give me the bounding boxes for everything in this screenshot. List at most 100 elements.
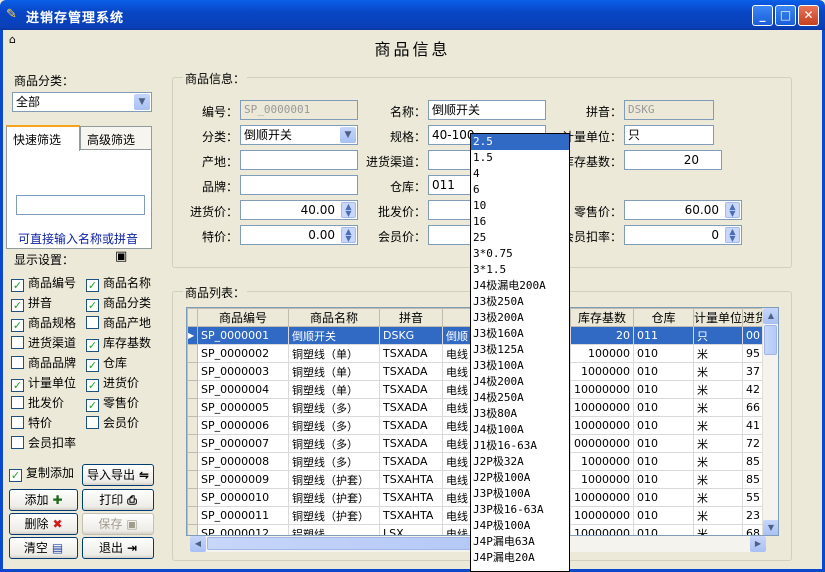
scroll-right-icon[interactable]: ▶: [750, 536, 766, 552]
dropdown-option[interactable]: J3极200A: [471, 310, 569, 326]
scroll-left-icon[interactable]: ◀: [190, 536, 206, 552]
quick-search-input[interactable]: [16, 195, 145, 215]
display-setting-checkbox[interactable]: 商品品牌: [11, 356, 76, 372]
table-cell[interactable]: 10000000: [570, 416, 634, 435]
dropdown-option[interactable]: 10: [471, 198, 569, 214]
table-cell[interactable]: 00000000: [570, 434, 634, 453]
table-cell[interactable]: 1000000: [570, 470, 634, 489]
dropdown-option[interactable]: 3*1.5: [471, 262, 569, 278]
dropdown-option[interactable]: J3极250A: [471, 294, 569, 310]
scroll-thumb[interactable]: [764, 325, 777, 355]
checkbox-box[interactable]: ✓: [86, 279, 99, 292]
brand-field[interactable]: [240, 175, 358, 195]
checkbox-box[interactable]: ✓: [11, 279, 24, 292]
minimize-button[interactable]: _: [752, 5, 773, 26]
display-setting-checkbox[interactable]: ✓ 拼音: [11, 296, 52, 312]
display-setting-checkbox[interactable]: 商品产地: [86, 316, 151, 332]
dropdown-option[interactable]: J1极16-63A: [471, 438, 569, 454]
scroll-down-icon[interactable]: ▼: [763, 520, 778, 535]
close-button[interactable]: ✕: [798, 5, 819, 26]
table-cell[interactable]: TSXAHTA: [379, 506, 443, 525]
table-cell[interactable]: 010: [633, 506, 694, 525]
origin-field[interactable]: [240, 150, 358, 170]
grid-vertical-scrollbar[interactable]: ▲ ▼: [762, 308, 778, 535]
table-cell[interactable]: 010: [633, 470, 694, 489]
table-cell[interactable]: 10000000: [570, 488, 634, 507]
table-cell[interactable]: SP_0000010: [197, 488, 289, 507]
dropdown-option[interactable]: J3极160A: [471, 326, 569, 342]
table-cell[interactable]: SP_0000012: [197, 524, 289, 535]
table-cell[interactable]: TSXADA: [379, 416, 443, 435]
spinner-icon[interactable]: ▲ ▼: [725, 202, 740, 218]
checkbox-box[interactable]: ✓: [86, 379, 99, 392]
table-cell[interactable]: 010: [633, 398, 694, 417]
checkbox-box[interactable]: ✓: [86, 359, 99, 372]
clear-button[interactable]: 清空 ▤: [9, 537, 78, 559]
table-cell[interactable]: TSXADA: [379, 344, 443, 363]
table-cell[interactable]: 只: [692, 326, 744, 345]
checkbox-box[interactable]: [86, 316, 99, 329]
display-setting-checkbox[interactable]: 批发价: [11, 396, 64, 412]
retail-price-field[interactable]: 60.00 ▲ ▼: [624, 200, 742, 220]
table-cell[interactable]: 铜塑线（单）: [288, 380, 380, 399]
table-cell[interactable]: 铜塑线（多）: [288, 452, 380, 471]
table-cell[interactable]: 010: [633, 344, 694, 363]
table-cell[interactable]: 米: [692, 470, 744, 489]
spinner-icon[interactable]: ▲ ▼: [725, 227, 740, 243]
table-cell[interactable]: SP_0000009: [197, 470, 289, 489]
copy-add-checkbox[interactable]: ✓ 复制添加: [9, 466, 74, 482]
dropdown-option[interactable]: J3极125A: [471, 342, 569, 358]
table-cell[interactable]: 1000000: [570, 362, 634, 381]
save-button[interactable]: 保存 ▣: [82, 513, 154, 535]
checkbox-box[interactable]: [11, 436, 24, 449]
table-cell[interactable]: 10000000: [570, 524, 634, 535]
table-cell[interactable]: TSXADA: [379, 380, 443, 399]
table-cell[interactable]: 米: [692, 524, 744, 535]
table-cell[interactable]: 10000000: [570, 398, 634, 417]
checkbox-box[interactable]: [11, 356, 24, 369]
table-cell[interactable]: 20: [570, 326, 634, 345]
title-bar[interactable]: ✎ 进销存管理系统 _ □ ✕: [0, 0, 825, 30]
table-cell[interactable]: 10000000: [570, 380, 634, 399]
table-cell[interactable]: 铜塑线（护套）: [288, 488, 380, 507]
table-cell[interactable]: 011: [633, 326, 694, 345]
display-setting-checkbox[interactable]: ✓ 进货价: [86, 376, 139, 392]
h-scroll-thumb[interactable]: [207, 537, 472, 550]
table-cell[interactable]: 米: [692, 488, 744, 507]
display-setting-checkbox[interactable]: ✓ 计量单位: [11, 376, 76, 392]
delete-button[interactable]: 删除 ✖: [9, 513, 78, 535]
table-cell[interactable]: 010: [633, 380, 694, 399]
spinner-icon[interactable]: ▲ ▼: [341, 202, 356, 218]
table-cell[interactable]: SP_0000001: [197, 326, 289, 345]
member-discount-field[interactable]: 0 ▲ ▼: [624, 225, 742, 245]
table-cell[interactable]: 铜塑线（多）: [288, 434, 380, 453]
table-cell[interactable]: 米: [692, 362, 744, 381]
table-cell[interactable]: 米: [692, 434, 744, 453]
table-cell[interactable]: 010: [633, 434, 694, 453]
table-cell[interactable]: TSXAHTA: [379, 488, 443, 507]
dropdown-option[interactable]: J2P极32A: [471, 454, 569, 470]
checkbox-box[interactable]: [86, 416, 99, 429]
chevron-down-icon[interactable]: ▼: [134, 94, 150, 110]
display-setting-checkbox[interactable]: ✓ 商品编号: [11, 276, 76, 292]
dropdown-option[interactable]: 16: [471, 214, 569, 230]
import-export-button[interactable]: 导入导出 ⇋: [82, 464, 154, 486]
column-header[interactable]: 计量单位: [692, 308, 744, 327]
display-setting-checkbox[interactable]: ✓ 商品名称: [86, 276, 151, 292]
dropdown-option[interactable]: 4: [471, 166, 569, 182]
checkbox-box[interactable]: ✓: [86, 299, 99, 312]
dropdown-option[interactable]: J3P极100A: [471, 486, 569, 502]
table-cell[interactable]: 010: [633, 416, 694, 435]
checkbox-box[interactable]: [11, 416, 24, 429]
checkbox-box[interactable]: ✓: [11, 299, 24, 312]
scroll-up-icon[interactable]: ▲: [763, 308, 778, 324]
column-header[interactable]: 商品编号: [197, 308, 289, 327]
display-setting-checkbox[interactable]: ✓ 仓库: [86, 356, 127, 372]
table-cell[interactable]: SP_0000006: [197, 416, 289, 435]
checkbox-box[interactable]: [11, 396, 24, 409]
dropdown-option[interactable]: J4P漏电20A: [471, 550, 569, 566]
table-cell[interactable]: SP_0000005: [197, 398, 289, 417]
table-cell[interactable]: 米: [692, 506, 744, 525]
table-cell[interactable]: SP_0000003: [197, 362, 289, 381]
table-cell[interactable]: 米: [692, 344, 744, 363]
